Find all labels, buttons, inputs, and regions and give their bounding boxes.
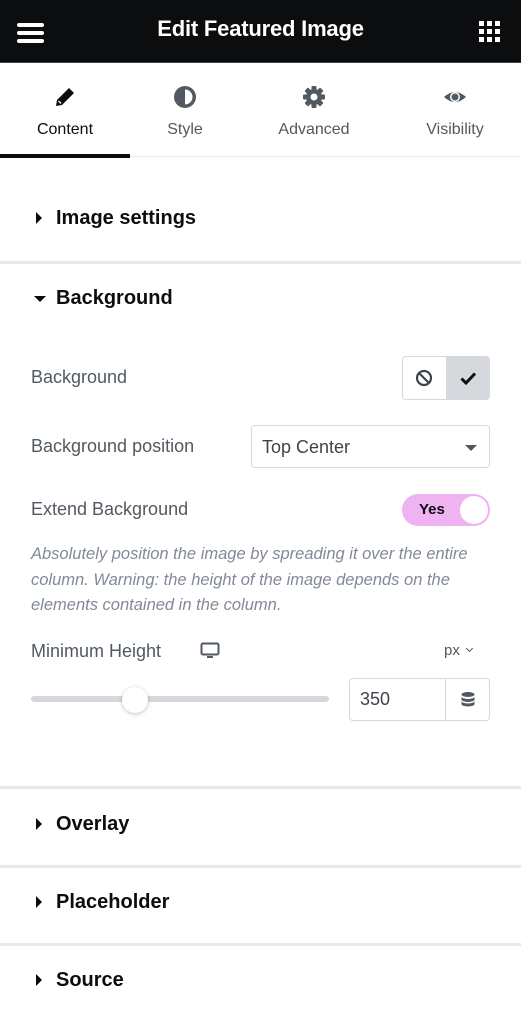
panel-tabs: Content Style Advanced Visibility bbox=[0, 64, 521, 158]
minimum-height-input[interactable] bbox=[350, 679, 445, 720]
background-choice-group bbox=[402, 356, 490, 400]
section-title: Placeholder bbox=[56, 891, 170, 913]
slider-handle[interactable] bbox=[122, 687, 149, 713]
slider-track bbox=[31, 696, 329, 702]
section-overlay[interactable]: Overlay bbox=[0, 789, 521, 867]
tab-label: Visibility bbox=[426, 121, 484, 138]
section-image-settings[interactable]: Image settings bbox=[0, 183, 521, 261]
caret-right-icon bbox=[36, 896, 42, 908]
minimum-height-label: Minimum Height bbox=[31, 641, 162, 661]
tab-visibility[interactable]: Visibility bbox=[390, 64, 520, 157]
background-label: Background bbox=[31, 367, 128, 387]
half-circle-icon bbox=[174, 86, 196, 108]
caret-right-icon bbox=[36, 974, 42, 986]
section-placeholder[interactable]: Placeholder bbox=[0, 867, 521, 945]
tab-label: Content bbox=[36, 121, 94, 138]
eye-icon bbox=[444, 92, 466, 102]
minimum-height-input-group bbox=[349, 678, 490, 721]
pencil-icon bbox=[56, 88, 74, 106]
tab-advanced[interactable]: Advanced bbox=[250, 64, 378, 157]
switch-label: Yes bbox=[419, 501, 445, 518]
unit-value: px bbox=[444, 642, 460, 659]
section-background[interactable]: Background bbox=[0, 263, 521, 341]
dynamic-tags-button[interactable] bbox=[445, 679, 489, 720]
chevron-down-icon bbox=[465, 644, 473, 653]
background-position-label: Background position bbox=[31, 436, 195, 456]
extend-background-switch[interactable]: Yes bbox=[402, 494, 490, 526]
page-title: Edit Featured Image bbox=[157, 16, 364, 41]
extend-background-label: Extend Background bbox=[31, 499, 189, 519]
top-bar: Edit Featured Image bbox=[0, 0, 521, 63]
background-enabled-option[interactable] bbox=[445, 357, 489, 399]
background-none-option[interactable] bbox=[403, 357, 446, 399]
gear-icon bbox=[303, 86, 325, 108]
ban-icon bbox=[416, 369, 433, 387]
caret-down-icon bbox=[34, 296, 46, 302]
extend-background-description: Absolutely position the image by spreadi… bbox=[31, 545, 468, 615]
section-title: Overlay bbox=[56, 813, 130, 835]
unit-selector[interactable]: px bbox=[444, 642, 473, 659]
tab-label: Advanced bbox=[278, 121, 350, 138]
background-position-select[interactable]: Top Center bbox=[251, 425, 490, 468]
section-title: Background bbox=[56, 287, 173, 309]
desktop-icon[interactable] bbox=[200, 642, 220, 660]
check-icon bbox=[460, 372, 476, 386]
database-icon bbox=[461, 691, 474, 706]
section-title: Image settings bbox=[56, 207, 197, 229]
section-source[interactable]: Source bbox=[0, 945, 521, 1023]
section-title: Source bbox=[56, 969, 124, 991]
tab-style[interactable]: Style bbox=[130, 64, 240, 157]
tab-label: Style bbox=[167, 121, 203, 138]
tab-content[interactable]: Content bbox=[0, 64, 130, 158]
caret-right-icon bbox=[36, 818, 42, 830]
grid-icon[interactable] bbox=[479, 21, 500, 42]
caret-down-icon bbox=[465, 445, 477, 451]
minimum-height-slider[interactable] bbox=[31, 687, 329, 713]
switch-knob bbox=[460, 496, 488, 524]
caret-right-icon bbox=[36, 212, 42, 224]
select-value: Top Center bbox=[262, 437, 351, 457]
